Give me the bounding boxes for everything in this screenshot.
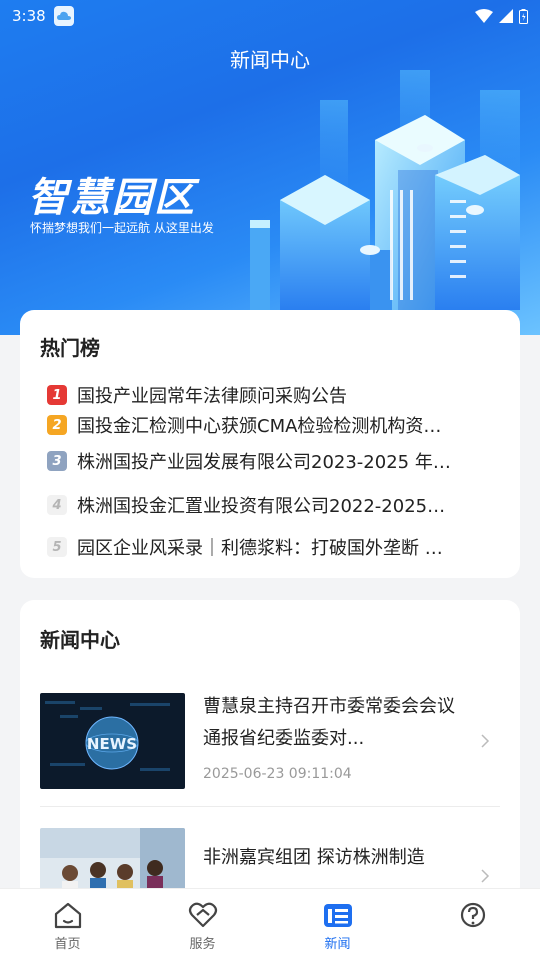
tab-news[interactable]: 新闻 [270,889,405,960]
hot-list-card: 热门榜 1 国投产业园常年法律顾问采购公告 2 国投金汇检测中心获颁CMA检验检… [20,310,520,578]
hot-item-text: 株洲国投产业园发展有限公司2023-2025 年… [77,452,451,473]
tab-label: 新闻 [324,937,351,952]
hot-list-item[interactable]: 2 国投金汇检测中心获颁CMA检验检测机构资… [47,412,497,438]
thumb-news-text: NEWS [87,735,137,753]
banner-subtitle: 怀揣梦想我们一起远航 从这里出发 [30,221,214,235]
cloud-app-icon [53,6,74,26]
hot-list-title: 热门榜 [40,336,100,360]
news-headline: 曹慧泉主持召开市委常委会会议 通报省纪委监委对... [203,696,455,749]
rank-badge: 1 [47,385,67,405]
banner-title: 智慧园区 [28,175,196,221]
news-thumbnail: NEWS [40,693,185,789]
battery-icon [519,8,528,24]
rank-badge: 3 [47,451,67,471]
hot-item-text: 国投金汇检测中心获颁CMA检验检测机构资… [77,416,442,437]
hot-list-item[interactable]: 3 株洲国投产业园发展有限公司2023-2025 年… [47,448,497,474]
hot-list-item[interactable]: 5 园区企业风采录｜利德浆料：打破国外垄断 … [47,534,497,560]
tab-help[interactable] [405,889,540,960]
hot-item-text: 株洲国投金汇置业投资有限公司2022-2025… [77,496,446,517]
tab-service[interactable]: 服务 [135,889,270,960]
chevron-right-icon [481,869,490,883]
hot-list-item[interactable]: 1 国投产业园常年法律顾问采购公告 [47,382,497,408]
hot-item-text: 园区企业风采录｜利德浆料：打破国外垄断 … [77,538,443,559]
service-icon [188,902,217,928]
status-icons [475,8,528,24]
hot-list-item[interactable]: 4 株洲国投金汇置业投资有限公司2022-2025… [47,492,497,518]
rank-badge: 5 [47,537,67,557]
news-headline: 非洲嘉宾组团 探访株洲制造 [203,847,425,868]
hero-banner: 3:38 新闻中心 智慧园区 怀揣梦想我们一起远航 从这里出发 [0,0,540,335]
city-illustration [250,70,520,310]
chevron-right-icon [481,734,490,748]
status-bar: 3:38 [0,0,540,32]
page-title: 新闻中心 [230,48,310,72]
news-list-item[interactable]: NEWS 曹慧泉主持召开市委常委会会议 通报省纪委监委对... 2025-06-… [40,693,500,789]
news-date: 2025-06-23 09:11:04 [203,766,352,782]
wifi-icon [475,9,493,23]
news-icon [323,904,352,927]
bottom-tab-bar: 首页 服务 新闻 [0,888,540,960]
rank-badge: 4 [47,495,67,515]
tab-label: 服务 [189,937,216,952]
tab-label: 首页 [54,937,81,952]
status-time: 3:38 [12,7,46,25]
news-card: 新闻中心 NEWS 曹慧泉主持召开市委常委会会议 通报省纪委监委对... 202… [20,600,520,900]
divider [40,806,500,807]
help-icon [460,902,485,928]
news-section-title: 新闻中心 [40,628,120,652]
tab-home[interactable]: 首页 [0,889,135,960]
hot-item-text: 国投产业园常年法律顾问采购公告 [77,386,347,407]
rank-badge: 2 [47,415,67,435]
signal-icon [499,9,513,23]
home-icon [54,902,81,929]
